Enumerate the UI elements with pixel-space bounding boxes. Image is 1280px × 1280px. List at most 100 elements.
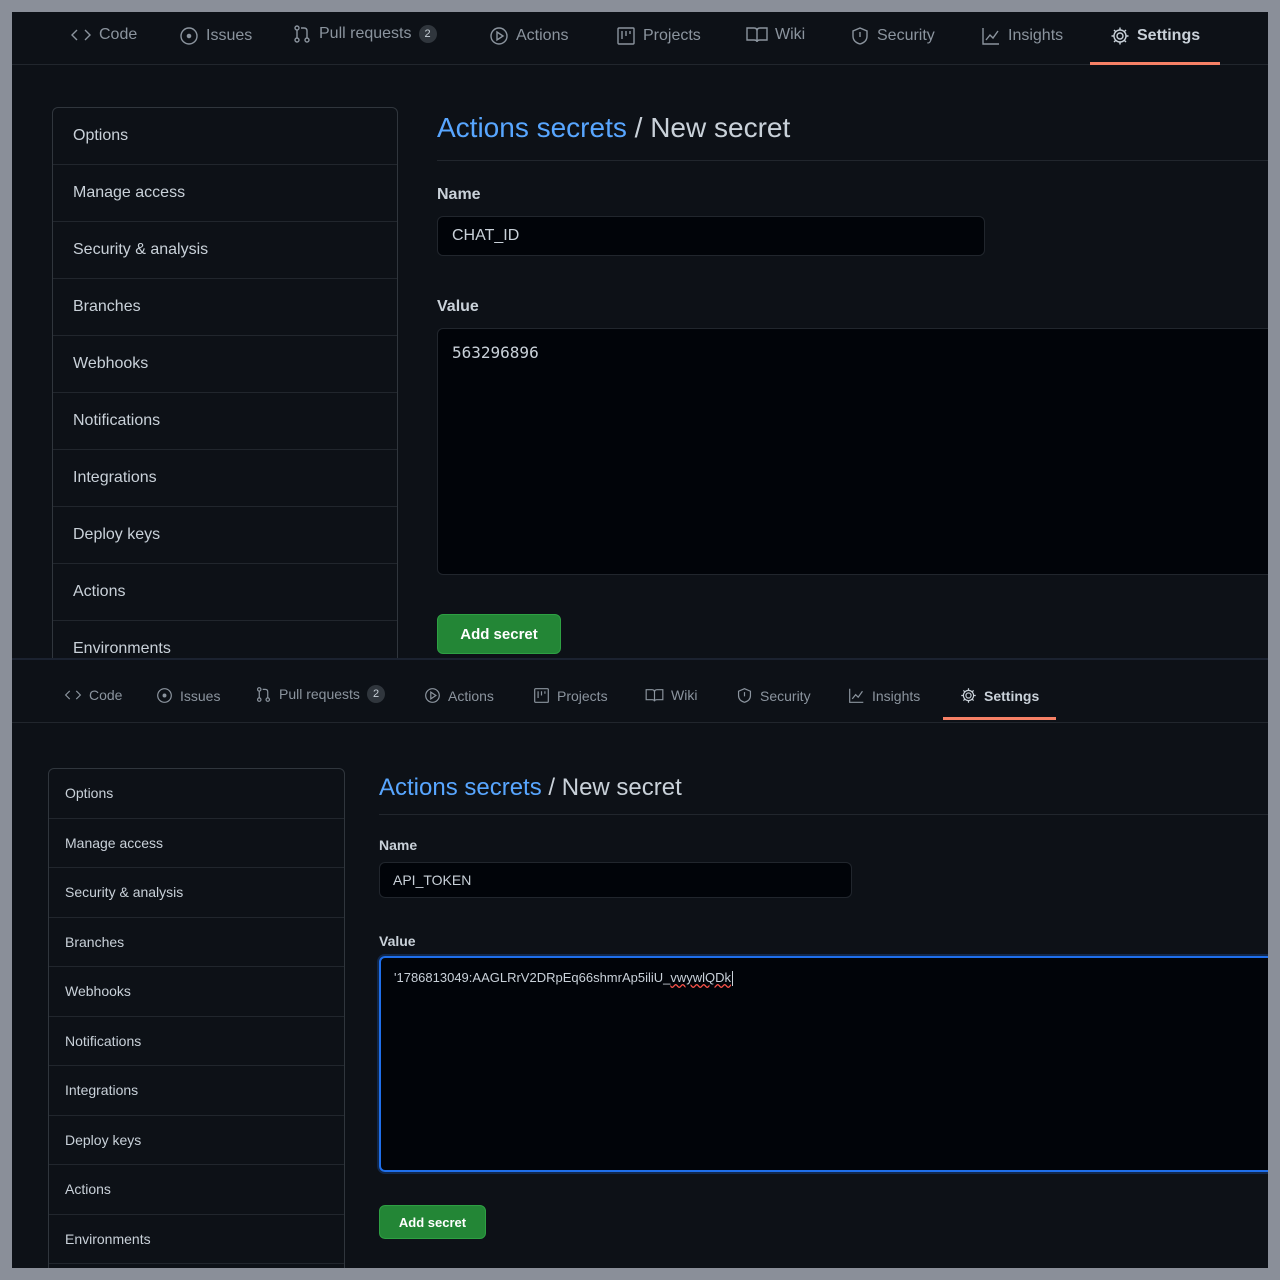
value-label: Value [379,933,416,949]
tab-wiki[interactable]: Wiki [645,687,697,703]
sidebar-item-label: Notifications [65,1032,142,1049]
sidebar-item-label: Deploy keys [73,526,161,543]
tab-label: Wiki [671,687,698,703]
tab-pull-requests[interactable]: Pull requests 2 [255,685,386,703]
tab-projects[interactable]: Projects [616,26,701,46]
code-icon [64,690,82,700]
pull-request-icon [294,25,310,43]
sidebar-item-notifications[interactable]: Notifications [49,1017,344,1066]
graph-icon [982,28,999,45]
secret-name-input[interactable]: CHAT_ID [437,216,985,256]
tab-label: Insights [872,687,921,704]
sidebar-item-integrations[interactable]: Integrations [49,1066,344,1116]
tab-security[interactable]: Security [850,26,935,46]
tab-wiki[interactable]: Wiki [746,26,805,44]
tab-label: Security [760,687,811,704]
sidebar-item-label: Manage access [73,184,186,201]
secret-value-text: '1786813049:AAGLRrV2DRpEq66shmrAp5iliU_ [394,970,671,985]
sidebar-item-security-analysis[interactable]: Security & analysis [53,222,397,279]
shield-icon [737,688,752,703]
sidebar-item-webhooks[interactable]: Webhooks [49,967,344,1017]
tab-label: Projects [557,687,608,704]
tab-settings[interactable]: Settings [943,687,1057,720]
gear-icon [961,688,976,703]
sidebar-item-label: Options [65,785,114,802]
play-icon [425,688,440,703]
tab-settings[interactable]: Settings [1090,26,1221,65]
sidebar-item-options[interactable]: Options [53,108,397,165]
value-label: Value [437,298,479,315]
tab-actions[interactable]: Actions [424,687,494,704]
sidebar-item-webhooks[interactable]: Webhooks [53,336,397,393]
issue-icon [157,688,172,703]
spellcheck-flagged-text: vwywlQDk [670,970,732,985]
page-title: Actions secrets / New secret [437,112,1268,144]
tab-projects[interactable]: Projects [533,687,608,704]
gear-icon [1111,27,1129,45]
selected-tab-underline [943,717,1057,720]
tab-label: Pull requests [319,25,412,42]
screenshot-collage: Code Issues Pull requests 2 Actions Proj… [12,12,1268,1268]
tab-security[interactable]: Security [736,687,811,704]
pull-request-icon [256,686,271,702]
breadcrumb-link-actions-secrets[interactable]: Actions secrets [437,112,627,143]
sidebar-item-label: Deploy keys [65,1131,142,1148]
sidebar-item-options[interactable]: Options [49,769,344,819]
sidebar-item-environments[interactable]: Environments [49,1215,344,1264]
repo-tab-bar: Code Issues Pull requests 2 Actions Proj… [12,660,1268,723]
sidebar-item-actions[interactable]: Actions [53,564,397,621]
tab-label: Pull requests [279,686,360,702]
tab-insights[interactable]: Insights [848,687,920,704]
book-icon [645,688,664,701]
sidebar-item-manage-access[interactable]: Manage access [49,819,344,868]
pull-request-count-badge: 2 [418,25,437,43]
tab-code[interactable]: Code [64,687,122,703]
tab-insights[interactable]: Insights [981,26,1063,46]
sidebar-item-branches[interactable]: Branches [49,918,344,967]
tab-pull-requests[interactable]: Pull requests 2 [292,24,437,44]
tab-code[interactable]: Code [70,26,137,44]
secret-value-textarea[interactable]: 563296896 [437,328,1268,575]
sidebar-item-deploy-keys[interactable]: Deploy keys [53,507,397,564]
settings-panel-top: Code Issues Pull requests 2 Actions Proj… [12,12,1268,658]
tab-label: Security [877,27,935,44]
sidebar-item-label: Notifications [73,412,161,429]
book-icon [746,27,768,43]
secret-value-textarea[interactable]: '1786813049:AAGLRrV2DRpEq66shmrAp5iliU_v… [379,956,1268,1172]
breadcrumb-separator: / [634,112,643,143]
sidebar-item-label: Actions [73,583,126,600]
sidebar-item-label: Actions [65,1181,111,1198]
sidebar-item-integrations[interactable]: Integrations [53,450,397,507]
sidebar-item-label: Webhooks [73,355,149,372]
add-secret-button[interactable]: Add secret [379,1205,486,1239]
tab-issues[interactable]: Issues [179,26,252,46]
tab-label: Actions [516,27,569,44]
sidebar-item-deploy-keys[interactable]: Deploy keys [49,1116,344,1165]
sidebar-item-label: Branches [65,933,125,950]
repo-tab-bar: Code Issues Pull requests 2 Actions Proj… [12,12,1268,65]
sidebar-item-label: Security & analysis [73,241,209,258]
sidebar-item-environments[interactable]: Environments [53,621,397,658]
breadcrumb-link-actions-secrets[interactable]: Actions secrets [379,774,542,801]
sidebar-item-actions[interactable]: Actions [49,1165,344,1215]
tab-actions[interactable]: Actions [489,26,568,46]
text-caret [732,971,734,987]
sidebar-item-label: Manage access [65,834,164,851]
issue-icon [180,27,198,45]
tab-label: Code [89,687,123,703]
settings-panel-bottom: Code Issues Pull requests 2 Actions Proj… [12,658,1268,1268]
main-content: Actions secrets / New secret Name CHAT_I… [437,112,1268,658]
tab-label: Insights [1008,27,1064,44]
sidebar-item-label: Environments [73,640,171,657]
sidebar-item-branches[interactable]: Branches [53,279,397,336]
name-label: Name [437,186,481,203]
title-divider [379,814,1268,815]
secret-name-input[interactable]: API_TOKEN [379,862,852,898]
sidebar-item-security-analysis[interactable]: Security & analysis [49,868,344,918]
tab-label: Projects [643,27,701,44]
play-icon [490,27,508,45]
add-secret-button[interactable]: Add secret [437,614,561,654]
tab-issues[interactable]: Issues [156,687,220,704]
sidebar-item-notifications[interactable]: Notifications [53,393,397,450]
sidebar-item-manage-access[interactable]: Manage access [53,165,397,222]
